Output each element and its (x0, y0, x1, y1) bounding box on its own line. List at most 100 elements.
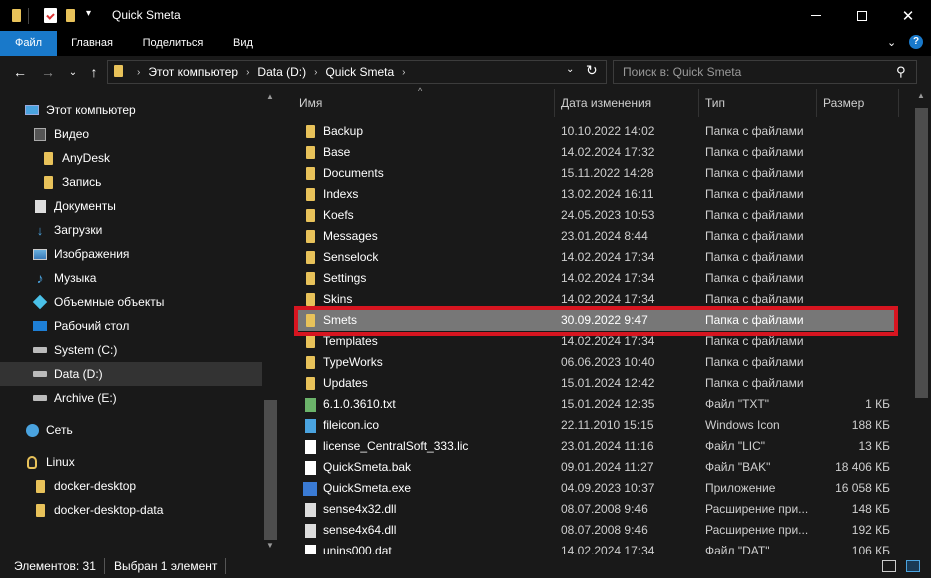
drive-icon (32, 342, 48, 358)
file-name: Documents (323, 166, 384, 180)
nav-scrollbar-thumb[interactable] (264, 400, 277, 540)
nav-linux[interactable]: Linux (0, 450, 262, 474)
selection-count: Выбран 1 элемент (114, 559, 218, 573)
nav-system-c[interactable]: System (C:) (0, 338, 262, 362)
address-bar[interactable]: › Этот компьютер › Data (D:) › Quick Sme… (107, 60, 607, 84)
tab-file[interactable]: Файл (0, 31, 57, 56)
file-date: 23.01.2024 8:44 (561, 229, 648, 243)
new-folder-icon[interactable] (66, 9, 75, 25)
file-row[interactable]: Documents 15.11.2022 14:28 Папка с файлами (296, 163, 896, 184)
file-size (820, 226, 890, 247)
file-type: Папка с файлами (705, 187, 804, 201)
drive-icon (32, 390, 48, 406)
nav-video[interactable]: Видео (0, 122, 262, 146)
file-name-cell: Indexs (296, 184, 551, 205)
column-header-date[interactable]: Дата изменения (555, 89, 699, 117)
back-button[interactable]: ← (10, 63, 30, 81)
dll-file-icon (302, 523, 318, 539)
file-size (820, 142, 890, 163)
drive-icon (32, 366, 48, 382)
close-button[interactable]: ✕ (885, 0, 931, 31)
folder-icon (302, 229, 318, 245)
tab-share[interactable]: Поделиться (132, 31, 214, 56)
file-row[interactable]: TypeWorks 06.06.2023 10:40 Папка с файлами (296, 352, 896, 373)
file-name: QuickSmeta.bak (323, 460, 412, 474)
file-name: sense4x32.dll (323, 502, 397, 516)
file-name: Indexs (323, 187, 359, 201)
up-button[interactable]: ↑ (84, 63, 104, 81)
nav-archive-e[interactable]: Archive (E:) (0, 386, 262, 410)
nav-data-d[interactable]: Data (D:) (0, 362, 262, 386)
breadcrumb-this-pc[interactable]: Этот компьютер (148, 65, 238, 79)
content-scrollbar-thumb[interactable] (915, 108, 928, 398)
file-name: Updates (323, 376, 368, 390)
file-date: 09.01.2024 11:27 (561, 460, 654, 474)
tab-view[interactable]: Вид (222, 31, 264, 56)
nav-this-pc[interactable]: Этот компьютер (0, 98, 262, 122)
nav-zapis[interactable]: Запись (0, 170, 262, 194)
file-row[interactable]: Updates 15.01.2024 12:42 Папка с файлами (296, 373, 896, 394)
nav-pictures[interactable]: Изображения (0, 242, 262, 266)
nav-anydesk[interactable]: AnyDesk (0, 146, 262, 170)
nav-docker-desktop-data[interactable]: docker-desktop-data (0, 498, 262, 522)
large-icons-view-icon[interactable] (906, 560, 920, 572)
scroll-down-icon[interactable]: ▼ (266, 541, 274, 550)
file-date: 08.07.2008 9:46 (561, 523, 648, 537)
file-row[interactable]: Backup 10.10.2022 14:02 Папка с файлами (296, 121, 896, 142)
nav-desktop[interactable]: Рабочий стол (0, 314, 262, 338)
column-header-type[interactable]: Тип (699, 89, 817, 117)
minimize-button[interactable] (793, 0, 839, 31)
file-name-cell: Messages (296, 226, 551, 247)
column-header-name[interactable]: Имя (293, 89, 555, 117)
column-header-size[interactable]: Размер (817, 89, 899, 117)
forward-button[interactable]: → (38, 63, 58, 81)
file-row[interactable]: Indexs 13.02.2024 16:11 Папка с файлами (296, 184, 896, 205)
scroll-up-icon[interactable]: ▲ (266, 92, 274, 101)
file-row[interactable]: license_CentralSoft_333.lic 23.01.2024 11… (296, 436, 896, 457)
folder-icon (114, 64, 123, 80)
arrow-left-icon: ← (13, 64, 27, 80)
file-type: Приложение (705, 481, 776, 495)
file-row[interactable]: sense4x32.dll 08.07.2008 9:46 Расширение п… (296, 499, 896, 520)
file-date: 15.01.2024 12:35 (561, 397, 655, 411)
file-name-cell: sense4x64.dll (296, 520, 551, 541)
address-dropdown-icon[interactable]: ⌄ (566, 64, 574, 75)
scroll-up-icon[interactable]: ▲ (917, 91, 925, 100)
file-name-cell: 6.1.0.3610.txt (296, 394, 551, 415)
nav-label: Загрузки (54, 223, 103, 237)
breadcrumb-quick-smeta[interactable]: Quick Smeta (325, 65, 394, 79)
help-icon[interactable]: ? (909, 35, 923, 49)
details-view-icon[interactable] (882, 560, 896, 572)
search-input[interactable]: Поиск в: Quick Smeta (613, 60, 917, 84)
nav-docker-desktop[interactable]: docker-desktop (0, 474, 262, 498)
nav-downloads[interactable]: ↓ Загрузки (0, 218, 262, 242)
recent-locations-button[interactable]: ⌄ (63, 63, 83, 81)
file-row[interactable]: Base 14.02.2024 17:32 Папка с файлами (296, 142, 896, 163)
properties-icon[interactable] (44, 8, 57, 23)
file-row[interactable]: Settings 14.02.2024 17:34 Папка с файлами (296, 268, 896, 289)
nav-label: Archive (E:) (54, 391, 117, 405)
breadcrumb-separator: › (137, 66, 141, 78)
ico-file-icon (302, 418, 318, 434)
file-row[interactable]: QuickSmeta.bak 09.01.2024 11:27 Файл "BAK"… (296, 457, 896, 478)
file-row[interactable]: Senselock 14.02.2024 17:34 Папка с файлами (296, 247, 896, 268)
file-row[interactable]: Messages 23.01.2024 8:44 Папка с файлами (296, 226, 896, 247)
file-row[interactable]: fileicon.ico 22.11.2010 15:15 Windows Icon… (296, 415, 896, 436)
file-row[interactable]: sense4x64.dll 08.07.2008 9:46 Расширение п… (296, 520, 896, 541)
tab-home[interactable]: Главная (62, 31, 122, 56)
maximize-button[interactable] (839, 0, 885, 31)
nav-music[interactable]: ♪ Музыка (0, 266, 262, 290)
file-row[interactable]: QuickSmeta.exe 04.09.2023 10:37 Приложение… (296, 478, 896, 499)
nav-documents[interactable]: Документы (0, 194, 262, 218)
refresh-icon[interactable]: ↻ (586, 62, 598, 79)
nav-network[interactable]: Сеть (0, 418, 262, 442)
nav-3d-objects[interactable]: Объемные объекты (0, 290, 262, 314)
breadcrumb-data-d[interactable]: Data (D:) (257, 65, 306, 79)
ribbon-expand-icon[interactable]: ⌄ (887, 36, 896, 49)
file-date: 14.02.2024 17:32 (561, 145, 655, 159)
exe-file-icon (302, 481, 318, 497)
quick-access-dropdown-icon[interactable]: ▾ (86, 8, 91, 19)
file-row[interactable]: Koefs 24.05.2023 10:53 Папка с файлами (296, 205, 896, 226)
file-row[interactable]: 6.1.0.3610.txt 15.01.2024 12:35 Файл "TXT"… (296, 394, 896, 415)
nav-label: Сеть (46, 423, 73, 437)
